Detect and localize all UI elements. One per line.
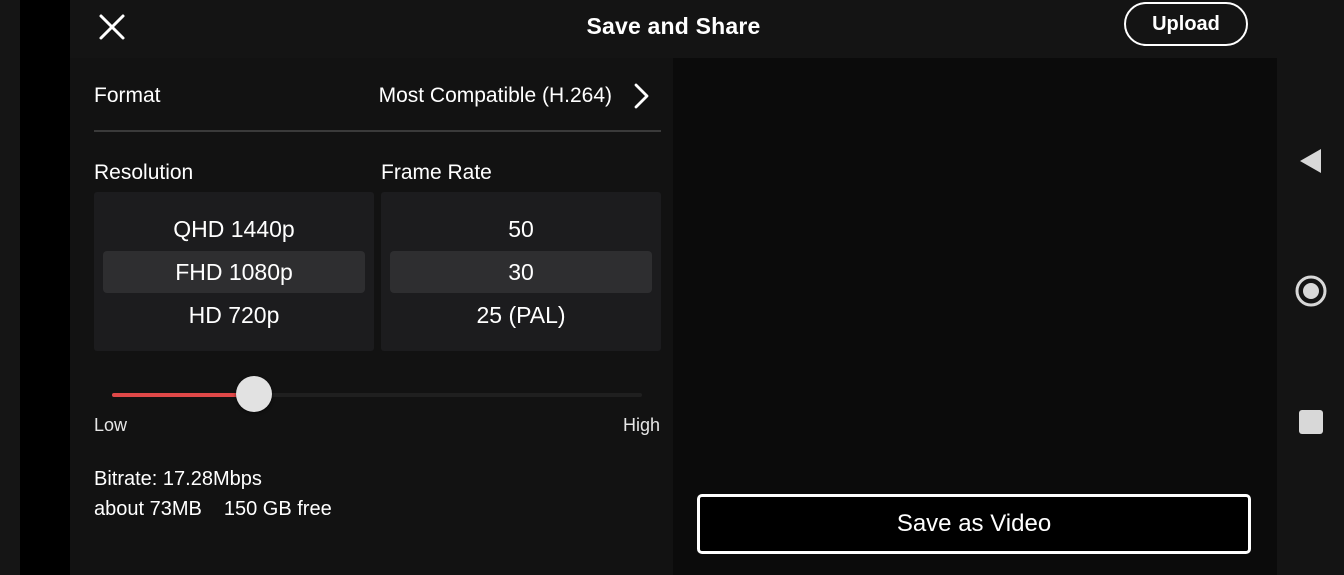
system-nav-bar	[1277, 0, 1344, 575]
recents-square-icon[interactable]	[1294, 405, 1328, 439]
format-value: Most Compatible (H.264)	[378, 84, 612, 107]
home-circle-icon[interactable]	[1294, 274, 1328, 308]
preview-area: Save as Video	[673, 58, 1277, 575]
resolution-picker[interactable]: QHD 1440p FHD 1080p HD 720p	[94, 192, 374, 351]
header: Save and Share Upload	[70, 0, 1277, 58]
page-title: Save and Share	[586, 13, 761, 39]
chevron-right-icon	[631, 82, 651, 110]
frame-rate-option[interactable]: 50	[390, 208, 652, 250]
slider-fill	[112, 393, 254, 397]
quality-slider[interactable]	[112, 376, 642, 412]
settings-panel: Format Most Compatible (H.264) Resolutio…	[70, 58, 673, 575]
frame-rate-picker[interactable]: 50 30 25 (PAL)	[381, 192, 661, 351]
upload-button[interactable]: Upload	[1124, 2, 1248, 46]
save-share-screen: Save and Share Upload Format Most Compat…	[70, 0, 1277, 575]
resolution-option[interactable]: HD 720p	[103, 294, 365, 336]
back-triangle-icon[interactable]	[1294, 144, 1328, 178]
estimated-size: about 73MB	[94, 498, 202, 520]
left-edge-bar	[0, 0, 20, 575]
save-as-video-button[interactable]: Save as Video	[697, 494, 1251, 554]
format-row[interactable]: Format Most Compatible (H.264)	[94, 76, 661, 122]
resolution-option-selected[interactable]: FHD 1080p	[103, 251, 365, 293]
free-space: 150 GB free	[223, 498, 332, 520]
high-label: High	[623, 415, 661, 435]
frame-rate-option[interactable]: 25 (PAL)	[390, 294, 652, 336]
size-info: about 73MB 150 GB free	[94, 498, 332, 521]
resolution-option[interactable]: QHD 1440p	[103, 208, 365, 250]
frame-rate-label: Frame Rate	[381, 161, 492, 184]
format-label: Format	[94, 84, 161, 107]
divider	[94, 130, 661, 132]
left-margin	[20, 0, 70, 575]
resolution-label: Resolution	[94, 161, 194, 184]
frame-rate-option-selected[interactable]: 30	[390, 251, 652, 293]
slider-thumb[interactable]	[235, 376, 272, 412]
low-label: Low	[94, 415, 128, 435]
bitrate-text: Bitrate: 17.28Mbps	[94, 468, 262, 490]
